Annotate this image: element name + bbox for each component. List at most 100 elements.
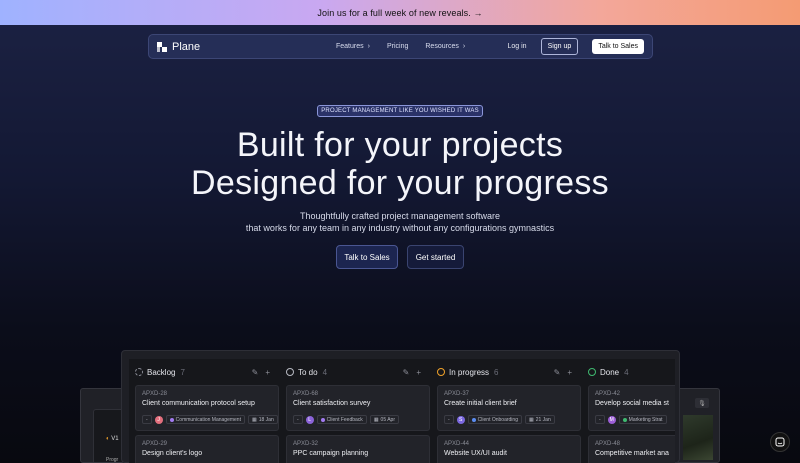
- signup-button[interactable]: Sign up: [540, 38, 579, 55]
- hero-title-line2: Designed for your progress: [191, 164, 609, 202]
- priority-chip[interactable]: -: [293, 415, 303, 424]
- plus-icon[interactable]: +: [416, 368, 421, 377]
- issue-card[interactable]: APXD-44 Website UX/UI audit: [437, 435, 581, 463]
- column-name: To do: [298, 367, 318, 377]
- avatar: S: [456, 415, 465, 424]
- due-date-chip[interactable]: ▦ 05 Apr: [369, 415, 400, 424]
- label-dot: [471, 417, 476, 422]
- column-name: In progress: [449, 367, 490, 377]
- priority-chip[interactable]: -: [444, 415, 454, 424]
- issue-id: APXD-28: [142, 391, 168, 397]
- nav-pricing-label: Pricing: [386, 43, 409, 50]
- issue-card[interactable]: APXD-68 Client satisfaction survey - L Clien…: [286, 385, 430, 431]
- issue-id: APXD-32: [293, 441, 319, 447]
- nav-resources[interactable]: Resources ›: [425, 43, 465, 50]
- column-count: 4: [624, 367, 629, 377]
- label-chip[interactable]: Client Onboarding: [467, 415, 522, 424]
- label-dot: [622, 417, 627, 422]
- chat-icon: [775, 437, 785, 447]
- chat-launcher[interactable]: [770, 432, 790, 452]
- issue-id: APXD-44: [444, 441, 470, 447]
- brand-logo[interactable]: Plane: [157, 41, 200, 53]
- due-date: 21 Jan: [535, 416, 551, 423]
- issue-id: APXD-68: [293, 391, 319, 397]
- board-preview: Backlog 7 ✎ + APXD-28 Client communication pr…: [121, 350, 680, 463]
- nav-features[interactable]: Features ›: [336, 43, 370, 50]
- issue-title: Website UX/UI audit: [444, 450, 507, 457]
- edit-icon[interactable]: ✎: [252, 368, 259, 377]
- issue-id: APXD-42: [595, 391, 621, 397]
- column-name: Done: [600, 367, 620, 377]
- column-actions: ✎ +: [554, 368, 572, 377]
- avatar: J: [154, 415, 163, 424]
- priority-chip[interactable]: -: [142, 415, 152, 424]
- due-date-chip[interactable]: ▦ 21 Jan: [524, 415, 555, 424]
- due-date: 05 Apr: [380, 416, 396, 423]
- column-header: Done 4: [588, 365, 675, 379]
- label-chip[interactable]: Communication Management: [165, 415, 245, 424]
- announcement-banner[interactable]: Join us for a full week of new reveals. …: [0, 0, 800, 25]
- chevron-right-icon: ›: [462, 43, 466, 50]
- talk-to-sales-button[interactable]: Talk to Sales: [336, 245, 398, 269]
- issue-title: Create initial client brief: [444, 400, 517, 407]
- issue-title: PPC campaign planning: [293, 450, 369, 457]
- top-navbar: Plane Features › Pricing Resources › Log i…: [148, 34, 653, 59]
- column-count: 6: [494, 367, 499, 377]
- issue-meta: - M Marketing Strat: [595, 415, 667, 424]
- issue-card[interactable]: APXD-28 Client communication protocol set…: [135, 385, 279, 431]
- column-actions: ✎ +: [252, 368, 270, 377]
- brand-name: Plane: [172, 40, 201, 53]
- nav-resources-label: Resources: [425, 43, 459, 50]
- avatar: M: [607, 415, 616, 424]
- kanban-board: Backlog 7 ✎ + APXD-28 Client communication pr…: [129, 359, 675, 463]
- progress-icon: ◐: [106, 436, 110, 442]
- edit-icon[interactable]: ✎: [403, 368, 410, 377]
- calendar-icon: ▦: [528, 416, 534, 423]
- issue-card[interactable]: APXD-37 Create initial client brief - S Clie…: [437, 385, 581, 431]
- board-column: Done 4 APXD-42 Develop social media st - M Mar…: [582, 359, 675, 463]
- column-name: Backlog: [147, 367, 176, 377]
- label-dot: [169, 417, 174, 422]
- board-column: To do 4 ✎ + APXD-68 Client satisfaction surve…: [280, 359, 430, 463]
- due-date-chip[interactable]: ▦ 18 Jan: [247, 415, 278, 424]
- issue-id: APXD-29: [142, 441, 168, 447]
- avatar: L: [305, 415, 314, 424]
- issue-card[interactable]: APXD-42 Develop social media st - M Marketin…: [588, 385, 675, 431]
- plus-icon[interactable]: +: [265, 368, 270, 377]
- column-count: 4: [322, 367, 328, 377]
- issue-title: Client communication protocol setup: [142, 400, 255, 407]
- status-icon: [135, 368, 143, 376]
- issue-meta: - S Client Onboarding ▦ 21 Jan: [444, 415, 555, 424]
- map-thumbnail: [683, 415, 713, 460]
- side-progress: Progr: [106, 457, 119, 463]
- side-version: ◐ V1: [106, 436, 119, 442]
- column-header: In progress 6 ✎ +: [437, 365, 572, 379]
- label-text: Communication Management: [175, 416, 241, 423]
- label-chip[interactable]: Client Feedback: [316, 415, 367, 424]
- edit-icon[interactable]: ✎: [554, 368, 561, 377]
- nav-features-label: Features: [336, 43, 364, 50]
- label-text: Client Feedback: [326, 416, 363, 423]
- label-chip[interactable]: Marketing Strat: [618, 415, 667, 424]
- side-preview-card: 🔨 Ro ◐ V1 Progr: [80, 388, 125, 463]
- issue-meta: - L Client Feedback ▦ 05 Apr: [293, 415, 400, 424]
- calendar-icon: ▦: [373, 416, 379, 423]
- plus-icon[interactable]: +: [567, 368, 572, 377]
- talk-to-sales-nav-button[interactable]: Talk to Sales: [592, 39, 644, 54]
- hero-subtitle-line2: that works for any team in any industry …: [245, 223, 555, 233]
- plane-logo-icon: [157, 41, 167, 52]
- issue-meta: - J Communication Management ▦ 18 Jan: [142, 415, 278, 424]
- nav-pricing[interactable]: Pricing: [387, 43, 408, 50]
- chevron-right-icon: ›: [367, 43, 370, 50]
- get-started-button[interactable]: Get started: [407, 245, 464, 269]
- microphone-icon[interactable]: 🎙: [695, 398, 709, 408]
- issue-card[interactable]: APXD-32 PPC campaign planning: [286, 435, 430, 463]
- issue-id: APXD-48: [595, 441, 621, 447]
- issue-card[interactable]: APXD-29 Design client's logo: [135, 435, 279, 463]
- banner-text[interactable]: Join us for a full week of new reveals. …: [317, 8, 482, 18]
- login-link[interactable]: Log in: [507, 43, 526, 50]
- status-icon: [437, 368, 445, 376]
- issue-title: Client satisfaction survey: [293, 400, 371, 407]
- issue-card[interactable]: APXD-48 Competitive market ana: [588, 435, 675, 463]
- priority-chip[interactable]: -: [595, 415, 605, 424]
